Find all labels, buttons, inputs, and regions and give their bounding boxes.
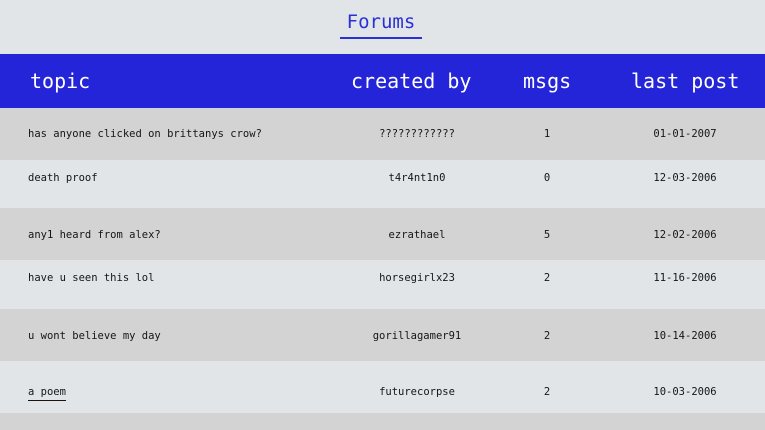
topic-link[interactable]: a poem: [28, 386, 66, 401]
row-msgs: 2: [543, 330, 551, 342]
column-header-topic: topic: [30, 69, 91, 93]
row-msgs: 5: [543, 229, 551, 241]
topic-link[interactable]: death proof: [28, 172, 98, 184]
row-msgs: 2: [543, 386, 551, 398]
column-header-last-post: last post: [631, 69, 740, 93]
row-created-by: ????????????: [379, 128, 455, 140]
row-last-post: 12-02-2006: [653, 229, 717, 241]
table-row: any1 heard from alex? ezrathael 5 12-02-…: [0, 208, 765, 260]
topic-link[interactable]: any1 heard from alex?: [28, 229, 161, 241]
row-last-post: 11-16-2006: [653, 272, 717, 284]
table-row: death proof t4r4nt1n0 0 12-03-2006: [0, 160, 765, 208]
table-row: u wont believe my day gorillagamer91 2 1…: [0, 309, 765, 361]
table-row: has anyone clicked on brittanys crow? ??…: [0, 108, 765, 160]
topic-link[interactable]: have u seen this lol: [28, 272, 154, 284]
column-header-msgs: msgs: [523, 69, 572, 93]
table-row: a poem futurecorpse 2 10-03-2006: [0, 361, 765, 413]
row-msgs: 1: [543, 128, 551, 140]
row-msgs: 2: [543, 272, 551, 284]
table-header: topic created by msgs last post: [0, 54, 765, 108]
row-last-post: 01-01-2007: [653, 128, 717, 140]
row-last-post: 10-03-2006: [653, 386, 717, 398]
row-last-post: 10-14-2006: [653, 330, 717, 342]
forum-page: Forums topic created by msgs last post h…: [0, 0, 765, 430]
row-created-by: horsegirlx23: [379, 272, 455, 284]
title-bar: Forums: [0, 0, 765, 54]
column-header-created-by: created by: [351, 69, 472, 93]
topic-link[interactable]: has anyone clicked on brittanys crow?: [28, 128, 262, 140]
row-created-by: gorillagamer91: [372, 330, 462, 342]
row-created-by: t4r4nt1n0: [388, 172, 446, 184]
row-msgs: 0: [543, 172, 551, 184]
row-last-post: 12-03-2006: [653, 172, 717, 184]
row-created-by: ezrathael: [388, 229, 446, 241]
table-row: have u seen this lol horsegirlx23 2 11-1…: [0, 260, 765, 309]
table-row-partial: [0, 413, 765, 430]
topic-table-body: has anyone clicked on brittanys crow? ??…: [0, 108, 765, 430]
topic-link[interactable]: u wont believe my day: [28, 330, 161, 342]
row-created-by: futurecorpse: [379, 386, 455, 398]
forums-title-link[interactable]: Forums: [340, 9, 422, 39]
